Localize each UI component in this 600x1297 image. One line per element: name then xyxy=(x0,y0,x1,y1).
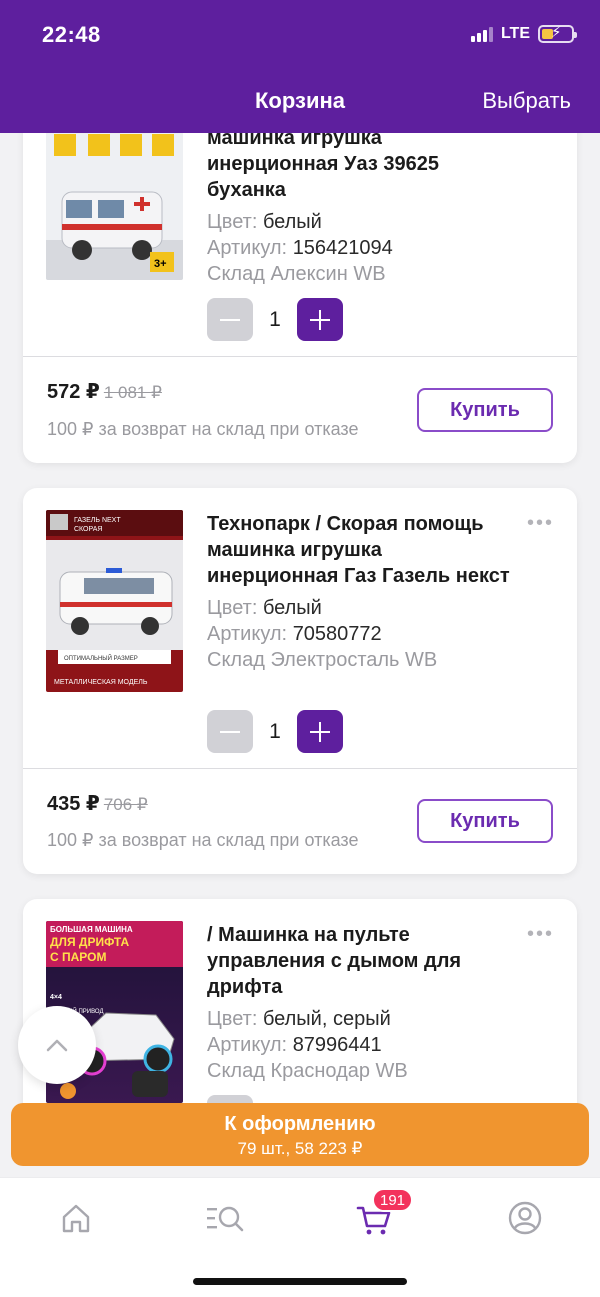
more-options-icon[interactable]: ••• xyxy=(527,512,554,535)
product-article: Артикул: 70580772 xyxy=(207,621,517,647)
profile-icon xyxy=(508,1201,542,1235)
current-price: 572 ₽ xyxy=(47,381,100,403)
divider xyxy=(23,356,577,357)
checkout-label: К оформлению xyxy=(224,1113,376,1135)
old-price: 706 ₽ xyxy=(103,795,148,814)
catalog-search-icon xyxy=(207,1206,244,1232)
price: 435 ₽706 ₽ xyxy=(47,791,148,816)
chevron-up-icon xyxy=(46,1039,68,1052)
color-value: белый xyxy=(262,597,322,619)
home-indicator xyxy=(193,1278,407,1285)
product-warehouse: Склад Алексин WB xyxy=(207,263,386,285)
network-label: LTE xyxy=(500,25,530,42)
checkout-summary: 79 шт., 58 223 ₽ xyxy=(237,1139,363,1158)
thumb-footer: МЕТАЛЛИЧЕСКАЯ МОДЕЛЬ xyxy=(54,679,148,686)
product-color: Цвет: белый, серый xyxy=(207,1006,517,1032)
cart-item-card: ГАЗЕЛЬ NEXT СКОРАЯ ОПТИМАЛЬНЫЙ РАЗМЕР МЕ… xyxy=(23,488,577,874)
decrease-button[interactable] xyxy=(207,710,253,753)
increase-button[interactable] xyxy=(297,710,343,753)
svg-text:3+: 3+ xyxy=(154,258,167,270)
color-label: Цвет: xyxy=(207,211,258,233)
article-label: Артикул: xyxy=(207,1034,288,1056)
product-warehouse: Склад Краснодар WB xyxy=(207,1060,408,1082)
quantity-value: 1 xyxy=(269,719,281,743)
refund-note: 100 ₽ за возврат на склад при отказе xyxy=(47,830,359,850)
product-color: Цвет: белый xyxy=(207,595,517,621)
status-indicators: LTE ⚡ xyxy=(470,24,577,43)
product-image[interactable]: ГАЗЕЛЬ NEXT СКОРАЯ ОПТИМАЛЬНЫЙ РАЗМЕР МЕ… xyxy=(46,510,183,692)
decrease-button[interactable] xyxy=(207,298,253,341)
tab-catalog[interactable] xyxy=(205,1198,245,1238)
buy-button[interactable]: Купить xyxy=(417,388,553,432)
product-article: Артикул: 87996441 xyxy=(207,1032,517,1058)
thumb-caption: ОПТИМАЛЬНЫЙ РАЗМЕР xyxy=(64,654,138,662)
refund-note: 100 ₽ за возврат на склад при отказе xyxy=(47,419,359,439)
buy-button[interactable]: Купить xyxy=(417,799,553,843)
increase-button[interactable] xyxy=(297,298,343,341)
product-info: / Машинка на пульте управления с дымом д… xyxy=(207,922,517,1084)
divider xyxy=(23,768,577,769)
cart-count-badge: 191 xyxy=(372,1188,414,1212)
product-name[interactable]: машинка игрушка инерционная Уаз 39625 бу… xyxy=(207,125,517,203)
product-name[interactable]: / Машинка на пульте управления с дымом д… xyxy=(207,922,517,1000)
price: 572 ₽1 081 ₽ xyxy=(47,379,162,404)
thumb-4x4: 4×4 xyxy=(50,994,62,1001)
color-value: белый, серый xyxy=(262,1008,391,1030)
checkout-button[interactable]: К оформлению 79 шт., 58 223 ₽ xyxy=(11,1103,589,1166)
product-name[interactable]: Технопарк / Скорая помощь машинка игрушк… xyxy=(207,511,517,589)
current-price: 435 ₽ xyxy=(47,793,100,815)
old-price: 1 081 ₽ xyxy=(103,383,162,402)
product-info: машинка игрушка инерционная Уаз 39625 бу… xyxy=(207,125,517,287)
product-warehouse: Склад Электросталь WB xyxy=(207,649,438,671)
article-label: Артикул: xyxy=(207,237,288,259)
thumb-line1: БОЛЬШАЯ МАШИНА xyxy=(50,925,133,934)
home-icon xyxy=(62,1204,90,1233)
battery-icon: ⚡ xyxy=(538,24,577,43)
color-value: белый xyxy=(262,211,322,233)
signal-icon xyxy=(470,26,493,42)
article-value: 87996441 xyxy=(292,1034,382,1056)
status-time: 22:48 xyxy=(42,22,101,47)
article-label: Артикул: xyxy=(207,623,288,645)
tab-profile[interactable] xyxy=(505,1198,545,1238)
thumb-line3: С ПАРОМ xyxy=(50,950,106,964)
app-header: 22:48 LTE ⚡ Корзина Выбрать xyxy=(0,0,600,133)
select-button[interactable]: Выбрать xyxy=(482,88,571,114)
color-label: Цвет: xyxy=(207,1008,258,1030)
quantity-stepper: 1 xyxy=(207,710,343,753)
article-value: 70580772 xyxy=(292,623,382,645)
color-label: Цвет: xyxy=(207,597,258,619)
tab-home[interactable] xyxy=(56,1198,96,1238)
product-color: Цвет: белый xyxy=(207,209,517,235)
product-info: Технопарк / Скорая помощь машинка игрушк… xyxy=(207,511,517,673)
scroll-to-top-button[interactable] xyxy=(18,1006,96,1084)
quantity-stepper: 1 xyxy=(207,298,343,341)
product-article: Артикул: 156421094 xyxy=(207,235,517,261)
more-options-icon[interactable]: ••• xyxy=(527,923,554,946)
product-image[interactable]: 3+ xyxy=(46,130,183,280)
thumb-title: ГАЗЕЛЬ NEXT xyxy=(74,517,121,524)
quantity-value: 1 xyxy=(269,307,281,331)
thumb-line2: ДЛЯ ДРИФТА xyxy=(50,935,129,949)
thumb-subtitle: СКОРАЯ xyxy=(74,526,102,533)
cart-item-card: 3+ машинка игрушка инерционная Уаз 39625… xyxy=(23,113,577,463)
article-value: 156421094 xyxy=(292,237,393,259)
